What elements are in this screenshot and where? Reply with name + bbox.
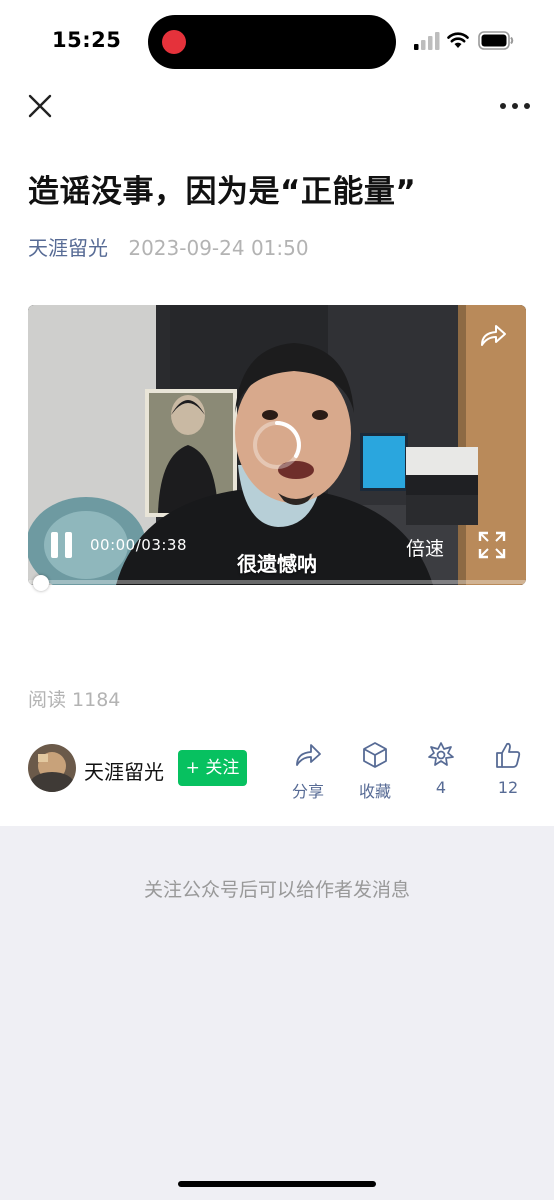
- loading-spinner-icon: [253, 421, 301, 469]
- recording-indicator-icon: [162, 30, 186, 54]
- status-bar: 15:25: [0, 0, 554, 84]
- wow-action[interactable]: 4: [413, 741, 469, 797]
- more-icon[interactable]: [497, 92, 533, 120]
- like-count: 12: [497, 778, 519, 797]
- article-title: 造谣没事，因为是“正能量”: [28, 174, 417, 210]
- follow-button[interactable]: + 关注: [178, 750, 247, 786]
- like-action[interactable]: 12: [480, 741, 536, 797]
- video-progress-thumb[interactable]: [33, 575, 49, 591]
- footer-message: 关注公众号后可以给作者发消息: [143, 879, 410, 901]
- like-icon: [496, 742, 521, 768]
- battery-icon: [478, 31, 514, 50]
- video-progress-track[interactable]: [28, 580, 526, 584]
- video-share-icon[interactable]: [478, 321, 508, 349]
- signal-icon: [414, 32, 440, 50]
- status-time: 15:25: [52, 28, 122, 52]
- share-icon: [296, 744, 321, 766]
- article-meta: 天涯留光 2023-09-24 01:50: [28, 232, 309, 261]
- publish-date: 2023-09-24 01:50: [128, 236, 309, 260]
- close-icon[interactable]: [26, 92, 54, 120]
- home-indicator[interactable]: [178, 1181, 376, 1187]
- fullscreen-icon[interactable]: [478, 531, 506, 559]
- favorite-icon: [363, 742, 387, 768]
- author-name[interactable]: 天涯留光: [84, 756, 164, 785]
- favorite-label: 收藏: [358, 782, 391, 801]
- video-subtitle: 很遗憾呐: [237, 552, 317, 576]
- author-link[interactable]: 天涯留光: [28, 236, 108, 260]
- share-label: 分享: [291, 782, 324, 801]
- video-player[interactable]: 00:00/03:38 很遗憾呐 倍速: [28, 305, 526, 585]
- playback-speed-button[interactable]: 倍速: [406, 534, 444, 561]
- avatar[interactable]: [28, 744, 76, 792]
- wow-count: 4: [435, 778, 447, 797]
- dynamic-island: [148, 15, 396, 69]
- share-action[interactable]: 分享: [280, 741, 336, 802]
- favorite-action[interactable]: 收藏: [347, 741, 403, 802]
- wifi-icon: [447, 32, 469, 48]
- wow-icon: [428, 742, 454, 766]
- read-count: 阅读 1184: [28, 689, 121, 711]
